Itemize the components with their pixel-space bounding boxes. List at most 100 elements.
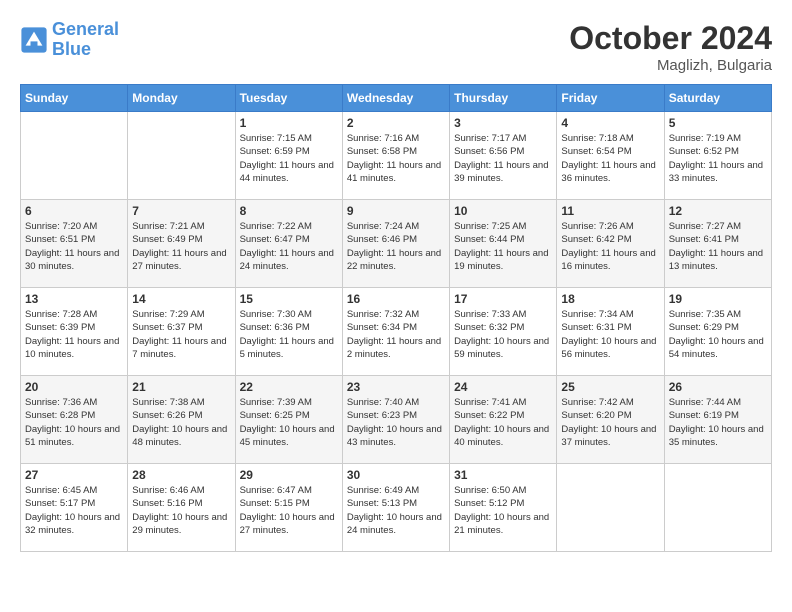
day-number: 13 xyxy=(25,292,123,306)
day-number: 23 xyxy=(347,380,445,394)
day-number: 6 xyxy=(25,204,123,218)
header-cell-saturday: Saturday xyxy=(664,85,771,112)
day-cell: 16 Sunrise: 7:32 AMSunset: 6:34 PMDayligh… xyxy=(342,288,449,376)
day-info: Sunrise: 6:46 AMSunset: 5:16 PMDaylight:… xyxy=(132,484,230,537)
day-cell: 19 Sunrise: 7:35 AMSunset: 6:29 PMDayligh… xyxy=(664,288,771,376)
day-cell: 27 Sunrise: 6:45 AMSunset: 5:17 PMDayligh… xyxy=(21,464,128,552)
day-cell: 26 Sunrise: 7:44 AMSunset: 6:19 PMDayligh… xyxy=(664,376,771,464)
week-row-3: 13 Sunrise: 7:28 AMSunset: 6:39 PMDayligh… xyxy=(21,288,772,376)
day-info: Sunrise: 7:38 AMSunset: 6:26 PMDaylight:… xyxy=(132,396,230,449)
day-info: Sunrise: 7:33 AMSunset: 6:32 PMDaylight:… xyxy=(454,308,552,361)
day-number: 4 xyxy=(561,116,659,130)
day-number: 29 xyxy=(240,468,338,482)
day-cell: 5Sunrise: 7:19 AMSunset: 6:52 PMDaylight… xyxy=(664,112,771,200)
header-cell-monday: Monday xyxy=(128,85,235,112)
day-number: 18 xyxy=(561,292,659,306)
day-info: Sunrise: 7:28 AMSunset: 6:39 PMDaylight:… xyxy=(25,308,123,361)
day-cell xyxy=(557,464,664,552)
day-info: Sunrise: 7:42 AMSunset: 6:20 PMDaylight:… xyxy=(561,396,659,449)
day-cell: 1Sunrise: 7:15 AMSunset: 6:59 PMDaylight… xyxy=(235,112,342,200)
day-number: 1 xyxy=(240,116,338,130)
week-row-5: 27 Sunrise: 6:45 AMSunset: 5:17 PMDayligh… xyxy=(21,464,772,552)
day-number: 15 xyxy=(240,292,338,306)
day-cell: 10 Sunrise: 7:25 AMSunset: 6:44 PMDayligh… xyxy=(450,200,557,288)
day-info: Sunrise: 7:39 AMSunset: 6:25 PMDaylight:… xyxy=(240,396,338,449)
day-info: Sunrise: 7:20 AMSunset: 6:51 PMDaylight:… xyxy=(25,220,123,273)
day-cell xyxy=(128,112,235,200)
day-number: 2 xyxy=(347,116,445,130)
day-cell xyxy=(664,464,771,552)
day-number: 16 xyxy=(347,292,445,306)
day-info: Sunrise: 7:17 AMSunset: 6:56 PMDaylight:… xyxy=(454,132,552,185)
day-cell: 6 Sunrise: 7:20 AMSunset: 6:51 PMDaylight… xyxy=(21,200,128,288)
day-cell: 30Sunrise: 6:49 AMSunset: 5:13 PMDayligh… xyxy=(342,464,449,552)
day-number: 28 xyxy=(132,468,230,482)
day-number: 11 xyxy=(561,204,659,218)
day-cell: 7Sunrise: 7:21 AMSunset: 6:49 PMDaylight… xyxy=(128,200,235,288)
day-info: Sunrise: 7:22 AMSunset: 6:47 PMDaylight:… xyxy=(240,220,338,273)
day-cell: 31Sunrise: 6:50 AMSunset: 5:12 PMDayligh… xyxy=(450,464,557,552)
week-row-1: 1Sunrise: 7:15 AMSunset: 6:59 PMDaylight… xyxy=(21,112,772,200)
day-cell: 11 Sunrise: 7:26 AMSunset: 6:42 PMDayligh… xyxy=(557,200,664,288)
day-cell: 17 Sunrise: 7:33 AMSunset: 6:32 PMDayligh… xyxy=(450,288,557,376)
day-info: Sunrise: 7:26 AMSunset: 6:42 PMDaylight:… xyxy=(561,220,659,273)
day-cell: 21 Sunrise: 7:38 AMSunset: 6:26 PMDayligh… xyxy=(128,376,235,464)
day-info: Sunrise: 7:41 AMSunset: 6:22 PMDaylight:… xyxy=(454,396,552,449)
week-row-4: 20 Sunrise: 7:36 AMSunset: 6:28 PMDayligh… xyxy=(21,376,772,464)
week-row-2: 6 Sunrise: 7:20 AMSunset: 6:51 PMDaylight… xyxy=(21,200,772,288)
day-info: Sunrise: 7:16 AMSunset: 6:58 PMDaylight:… xyxy=(347,132,445,185)
logo-line2: Blue xyxy=(52,39,91,59)
day-cell: 8 Sunrise: 7:22 AMSunset: 6:47 PMDaylight… xyxy=(235,200,342,288)
day-number: 10 xyxy=(454,204,552,218)
day-info: Sunrise: 7:25 AMSunset: 6:44 PMDaylight:… xyxy=(454,220,552,273)
day-number: 9 xyxy=(347,204,445,218)
logo: General Blue xyxy=(20,20,119,60)
day-info: Sunrise: 7:32 AMSunset: 6:34 PMDaylight:… xyxy=(347,308,445,361)
calendar-table: SundayMondayTuesdayWednesdayThursdayFrid… xyxy=(20,84,772,552)
day-number: 19 xyxy=(669,292,767,306)
day-number: 17 xyxy=(454,292,552,306)
day-number: 14 xyxy=(132,292,230,306)
page-header: General Blue October 2024 Maglizh, Bulga… xyxy=(20,20,772,74)
day-info: Sunrise: 7:24 AMSunset: 6:46 PMDaylight:… xyxy=(347,220,445,273)
header-cell-tuesday: Tuesday xyxy=(235,85,342,112)
day-info: Sunrise: 6:47 AMSunset: 5:15 PMDaylight:… xyxy=(240,484,338,537)
day-info: Sunrise: 7:36 AMSunset: 6:28 PMDaylight:… xyxy=(25,396,123,449)
day-number: 22 xyxy=(240,380,338,394)
day-cell: 14 Sunrise: 7:29 AMSunset: 6:37 PMDayligh… xyxy=(128,288,235,376)
day-number: 27 xyxy=(25,468,123,482)
day-number: 3 xyxy=(454,116,552,130)
day-info: Sunrise: 7:18 AMSunset: 6:54 PMDaylight:… xyxy=(561,132,659,185)
day-info: Sunrise: 7:44 AMSunset: 6:19 PMDaylight:… xyxy=(669,396,767,449)
day-number: 8 xyxy=(240,204,338,218)
day-cell: 20 Sunrise: 7:36 AMSunset: 6:28 PMDayligh… xyxy=(21,376,128,464)
day-info: Sunrise: 7:35 AMSunset: 6:29 PMDaylight:… xyxy=(669,308,767,361)
header-cell-friday: Friday xyxy=(557,85,664,112)
day-cell: 15 Sunrise: 7:30 AMSunset: 6:36 PMDayligh… xyxy=(235,288,342,376)
day-info: Sunrise: 7:34 AMSunset: 6:31 PMDaylight:… xyxy=(561,308,659,361)
day-info: Sunrise: 7:19 AMSunset: 6:52 PMDaylight:… xyxy=(669,132,767,185)
day-info: Sunrise: 7:27 AMSunset: 6:41 PMDaylight:… xyxy=(669,220,767,273)
day-cell: 9 Sunrise: 7:24 AMSunset: 6:46 PMDaylight… xyxy=(342,200,449,288)
day-number: 20 xyxy=(25,380,123,394)
day-cell: 12Sunrise: 7:27 AMSunset: 6:41 PMDayligh… xyxy=(664,200,771,288)
header-cell-thursday: Thursday xyxy=(450,85,557,112)
day-number: 30 xyxy=(347,468,445,482)
day-number: 21 xyxy=(132,380,230,394)
day-cell: 4 Sunrise: 7:18 AMSunset: 6:54 PMDaylight… xyxy=(557,112,664,200)
day-cell: 23 Sunrise: 7:40 AMSunset: 6:23 PMDayligh… xyxy=(342,376,449,464)
day-info: Sunrise: 7:21 AMSunset: 6:49 PMDaylight:… xyxy=(132,220,230,273)
day-cell: 24 Sunrise: 7:41 AMSunset: 6:22 PMDayligh… xyxy=(450,376,557,464)
day-info: Sunrise: 7:30 AMSunset: 6:36 PMDaylight:… xyxy=(240,308,338,361)
day-info: Sunrise: 7:29 AMSunset: 6:37 PMDaylight:… xyxy=(132,308,230,361)
day-cell: 3 Sunrise: 7:17 AMSunset: 6:56 PMDaylight… xyxy=(450,112,557,200)
day-cell: 28 Sunrise: 6:46 AMSunset: 5:16 PMDayligh… xyxy=(128,464,235,552)
day-info: Sunrise: 7:40 AMSunset: 6:23 PMDaylight:… xyxy=(347,396,445,449)
day-cell: 22 Sunrise: 7:39 AMSunset: 6:25 PMDayligh… xyxy=(235,376,342,464)
day-number: 25 xyxy=(561,380,659,394)
day-cell: 29 Sunrise: 6:47 AMSunset: 5:15 PMDayligh… xyxy=(235,464,342,552)
day-info: Sunrise: 6:45 AMSunset: 5:17 PMDaylight:… xyxy=(25,484,123,537)
day-number: 26 xyxy=(669,380,767,394)
location: Maglizh, Bulgaria xyxy=(569,57,772,74)
day-number: 24 xyxy=(454,380,552,394)
